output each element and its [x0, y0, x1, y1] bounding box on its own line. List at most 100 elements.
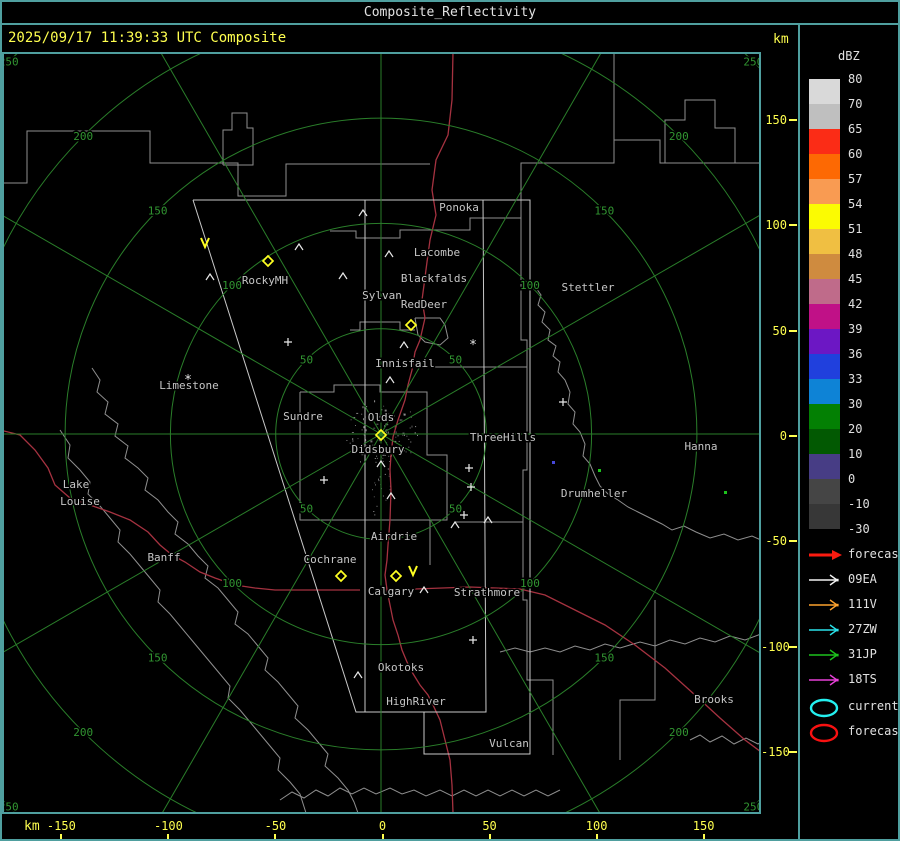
bottom-axis-tick-label: -50 [264, 819, 287, 833]
scale-boundary-label: 36 [848, 347, 863, 361]
legend-arrow-icon [809, 599, 839, 611]
scale-boundary-label: 42 [848, 297, 863, 311]
bottom-axis-tick-mark [488, 834, 491, 839]
legend-row: 111V [806, 595, 898, 615]
city-label: Ponoka [439, 201, 479, 214]
city-label: Blackfalds [401, 272, 467, 285]
right-axis-unit-label: km [773, 32, 789, 47]
range-ring-label: 250 [743, 56, 761, 69]
range-ring-label: 200 [73, 130, 93, 143]
scale-color-block [809, 104, 840, 129]
scale-color-block [809, 154, 840, 179]
scale-title: dBZ [838, 49, 860, 63]
asterisk-marker-icon: * [469, 338, 477, 353]
city-label: Strathmore [454, 586, 520, 599]
scale-boundary-label: -30 [848, 522, 870, 536]
scale-boundary-label: -10 [848, 497, 870, 511]
radar-viewer-window: Composite_Reflectivity 2025/09/17 11:39:… [0, 0, 900, 841]
scale-color-block [809, 129, 840, 154]
right-axis-tick-mark [789, 750, 797, 753]
city-label: ThreeHills [470, 431, 536, 444]
legend-arrow-label: forecast [848, 547, 899, 561]
radar-map-svg: 50 5050 50100 100100 100150 150150 150200 20020… [2, 2, 898, 839]
legend-arrow-icon [809, 550, 842, 560]
bottom-axis-tick-label: -150 [46, 819, 76, 833]
scale-boundary-label: 80 [848, 72, 863, 86]
scale-boundary-label: 54 [848, 197, 863, 211]
range-ring-label: 50 [449, 502, 462, 515]
city-label: Innisfail [375, 357, 435, 370]
range-ring-label: 150 [148, 205, 168, 218]
range-ring-label: 200 [669, 726, 689, 739]
right-axis-tick-label: 150 [765, 113, 787, 128]
info-row: 2025/09/17 11:39:33 UTC Composite km [2, 25, 798, 52]
right-distance-axis: 150 100 50 0 -50 -100 -150 [761, 52, 798, 814]
range-ring-label: 100 [222, 279, 242, 292]
city-label: HighRiver [386, 695, 446, 708]
window-title: Composite_Reflectivity [2, 2, 898, 23]
legend-ellipse-label: forecast [848, 724, 899, 738]
current-ellipse-icon [809, 698, 839, 718]
city-label: Okotoks [378, 661, 424, 674]
range-ring-label: 100 [520, 279, 540, 292]
city-label: Cochrane [304, 553, 357, 566]
scale-boundary-label: 30 [848, 397, 863, 411]
legend-arrow-icon [809, 674, 839, 686]
right-axis-tick-mark [789, 329, 797, 332]
city-label: Vulcan [489, 737, 529, 750]
scale-boundary-label: 45 [848, 272, 863, 286]
scale-color-block [809, 179, 840, 204]
bottom-axis-tick-label: -100 [153, 819, 183, 833]
range-ring-label: 150 [148, 651, 168, 664]
scale-color-block [809, 504, 840, 529]
bottom-axis-tick-label: 100 [585, 819, 608, 833]
bottom-axis-tick-mark [60, 834, 63, 839]
right-axis-tick-label: -100 [761, 639, 790, 654]
city-label: Stettler [562, 281, 615, 294]
city-label: Lacombe [414, 246, 460, 259]
range-ring-label: 250 [2, 800, 19, 813]
forecast-ellipse-icon [809, 723, 839, 743]
range-ring-label: 50 [449, 354, 462, 367]
scale-boundary-label: 33 [848, 372, 863, 386]
bottom-axis-tick-label: 150 [692, 819, 715, 833]
timestamp-label: 2025/09/17 11:39:33 UTC Composite [8, 30, 287, 46]
legend-row: 09EA [806, 570, 898, 590]
legend-arrow-label: 18TS [848, 672, 877, 686]
scale-boundary-label: 10 [848, 447, 863, 461]
sidebar-panel: dBZ 80 70 65 60 57 54 51 48 45 42 39 36 33 30 20 10 0 -10… [800, 25, 899, 839]
radar-map-canvas[interactable]: 50 50 50 50 100 100 100 100 150 150 150 150 200 200 20… [2, 2, 898, 839]
scale-boundary-label: 0 [848, 472, 856, 486]
range-ring-label: 250 [743, 800, 761, 813]
city-label: Airdrie [371, 530, 417, 543]
scale-boundary-label: 70 [848, 97, 863, 111]
city-label: Sundre [283, 410, 323, 423]
city-label: Calgary [368, 585, 415, 598]
scale-color-block [809, 304, 840, 329]
legend-arrow-icon [809, 649, 839, 661]
bottom-distance-axis: km -150 -100 -50 0 50 100 150 [2, 815, 798, 839]
bottom-axis-tick-mark [274, 834, 277, 839]
range-ring-label: 250 [2, 56, 19, 69]
right-axis-tick-mark [789, 540, 797, 543]
bottom-axis-tick-label: 0 [378, 819, 387, 833]
legend-arrow-label: 31JP [848, 647, 877, 661]
scale-boundary-label: 57 [848, 172, 863, 186]
city-label: Olds [368, 411, 395, 424]
bottom-axis-tick-mark [595, 834, 598, 839]
right-axis-tick-label: -50 [765, 534, 787, 549]
scale-color-block [809, 454, 840, 479]
range-ring-label: 100 [222, 577, 242, 590]
city-label: Lake [63, 478, 90, 491]
scale-color-block [809, 479, 840, 504]
range-ring-label: 200 [73, 726, 93, 739]
right-axis-tick-mark [789, 645, 797, 648]
scale-color-block [809, 354, 840, 379]
right-axis-tick-label: 0 [779, 429, 787, 443]
range-ring-label: 200 [669, 130, 689, 143]
legend-arrow-label: 111V [848, 597, 877, 611]
city-label: Didsbury [352, 443, 405, 456]
legend-arrow-label: 27ZW [848, 622, 877, 636]
city-label: Drumheller [561, 487, 628, 500]
scale-color-block [809, 279, 840, 304]
